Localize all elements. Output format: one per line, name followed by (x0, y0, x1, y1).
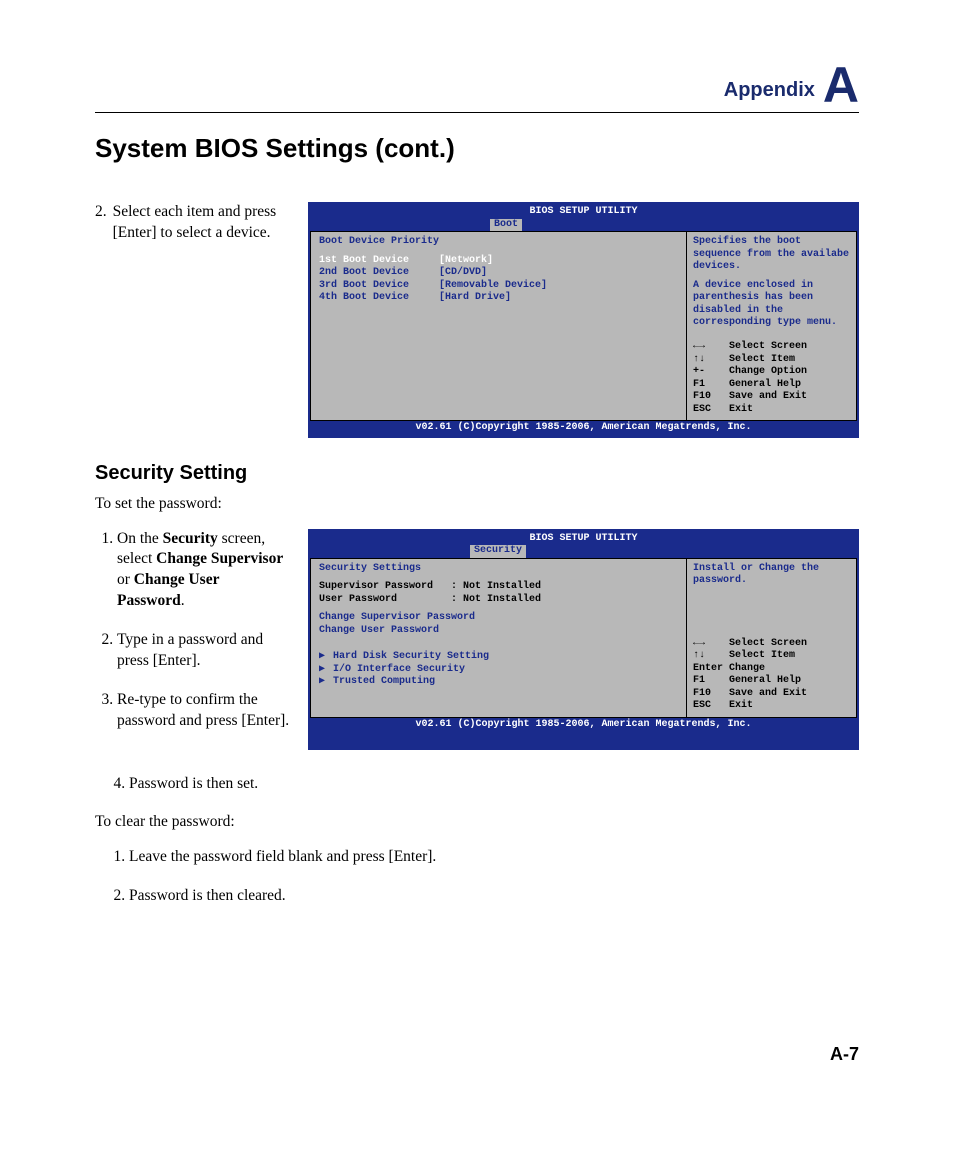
bios-key-help: ←→ Select Screen ↑↓ Select Item +- Chang… (693, 341, 850, 416)
security-heading: Security Setting (95, 462, 859, 485)
boot-device-row: 2nd Boot Device [CD/DVD] (319, 267, 678, 280)
triangle-icon: ▶ (319, 664, 325, 677)
pwd-status-row: Supervisor Password : Not Installed (319, 581, 678, 594)
bios2-titlebar: BIOS SETUP UTILITY (310, 531, 857, 546)
bios2-tab-row: Security (310, 545, 857, 558)
boot-device-row: 4th Boot Device [Hard Drive] (319, 292, 678, 305)
pwd-action: Change User Password (319, 625, 678, 638)
bios-section: Boot Device Priority (319, 236, 678, 249)
set-pwd-tail: Password is then set. (95, 774, 859, 795)
triangle-icon: ▶ (319, 676, 325, 689)
bios-boot-box: BIOS SETUP UTILITY Boot Boot Device Prio… (308, 202, 859, 438)
boot-priority-section: 2. Select each item and press [Enter] to… (95, 202, 859, 438)
security-section: On the Security screen, select Change Su… (95, 529, 859, 750)
bios-tab: Boot (490, 219, 522, 232)
bios-submenu: ▶Hard Disk Security Setting (319, 651, 678, 664)
bios2-footer: v02.61 (C)Copyright 1985-2006, American … (310, 718, 857, 733)
bios-security-box: BIOS SETUP UTILITY Security Security Set… (308, 529, 859, 750)
bios2-key-help: ←→ Select Screen ↑↓ Select Item Enter Ch… (693, 638, 850, 713)
appendix-label: Appendix (724, 79, 815, 102)
page-title: System BIOS Settings (cont.) (95, 133, 859, 164)
bios-footer: v02.61 (C)Copyright 1985-2006, American … (310, 421, 857, 436)
boot-device-row: 1st Boot Device [Network] (319, 255, 678, 268)
set-pwd-step: On the Security screen, select Change Su… (117, 529, 290, 613)
triangle-icon: ▶ (319, 651, 325, 664)
clear-pwd-list: Leave the password field blank and press… (95, 847, 859, 907)
bios2-left-panel: Security Settings Supervisor Password : … (310, 558, 687, 718)
appendix-letter: A (823, 60, 859, 110)
step2-num: 2. (95, 202, 107, 244)
bios-help2: A device enclosed in parenthesis has bee… (693, 280, 850, 330)
bios2-help1: Install or Change the password. (693, 563, 850, 588)
bios-tab-row: Boot (310, 219, 857, 232)
clear-pwd-step: Leave the password field blank and press… (129, 847, 859, 868)
bios-submenu: ▶I/O Interface Security (319, 664, 678, 677)
pwd-status-row: User Password : Not Installed (319, 594, 678, 607)
page-header: Appendix A (95, 60, 859, 113)
clear-pwd-step: Password is then cleared. (129, 886, 859, 907)
set-pwd-step: Type in a password and press [Enter]. (117, 630, 290, 672)
security-steps: On the Security screen, select Change Su… (95, 529, 290, 750)
step2-text: 2. Select each item and press [Enter] to… (95, 202, 290, 438)
set-pwd-step: Re-type to confirm the password and pres… (117, 690, 290, 732)
pwd-action: Change Supervisor Password (319, 612, 678, 625)
bios-help-panel: Specifies the boot sequence from the ava… (687, 231, 857, 421)
bios-left-panel: Boot Device Priority 1st Boot Device [Ne… (310, 231, 687, 421)
bios2-section: Security Settings (319, 563, 678, 576)
bios-submenu: ▶Trusted Computing (319, 676, 678, 689)
bios2-tab: Security (470, 545, 526, 558)
boot-device-row: 3rd Boot Device [Removable Device] (319, 280, 678, 293)
step2-body: Select each item and press [Enter] to se… (113, 202, 290, 244)
page-number: A-7 (830, 1044, 859, 1065)
bios-titlebar: BIOS SETUP UTILITY (310, 204, 857, 219)
clear-pwd-intro: To clear the password: (95, 813, 859, 831)
bios2-help-panel: Install or Change the password. ←→ Selec… (687, 558, 857, 718)
set-pwd-intro: To set the password: (95, 495, 859, 513)
set-pwd-step: Password is then set. (129, 774, 859, 795)
bios-help1: Specifies the boot sequence from the ava… (693, 236, 850, 274)
